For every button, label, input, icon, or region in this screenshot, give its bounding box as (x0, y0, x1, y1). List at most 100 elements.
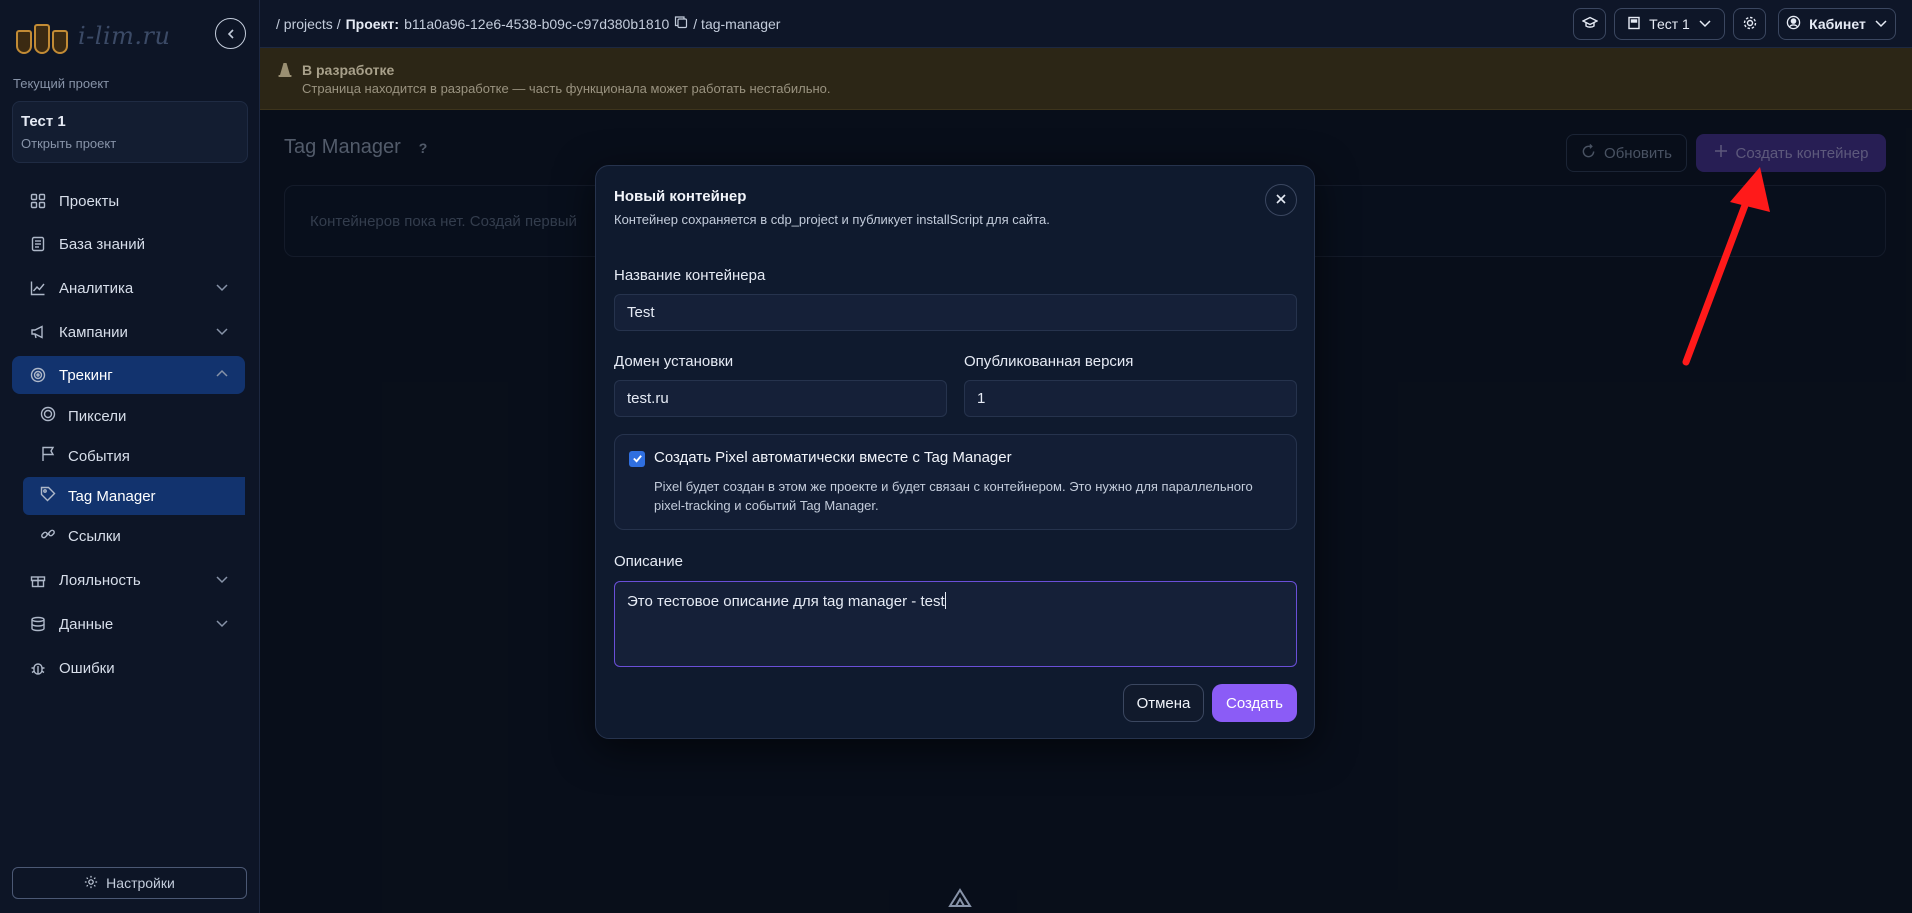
account-label: Кабинет (1809, 16, 1866, 32)
settings-label: Настройки (106, 875, 175, 891)
sidebar-item-data[interactable]: Данные (12, 605, 245, 643)
sidebar-item-label: Проекты (59, 192, 120, 210)
cancel-button[interactable]: Отмена (1123, 684, 1204, 722)
sidebar-subitem-label: Пиксели (68, 407, 127, 425)
chevron-down-icon (215, 616, 229, 634)
checkmark-icon (632, 451, 643, 468)
sidebar-subitem-label: События (68, 447, 130, 465)
sidebar-item-label: Ошибки (59, 659, 115, 677)
collapse-sidebar-button[interactable] (215, 18, 246, 49)
chevron-down-icon (1698, 16, 1712, 33)
breadcrumb: / projects / Проект: b11a0a96-12e6-4538-… (276, 15, 780, 32)
refresh-icon (1581, 143, 1596, 163)
breadcrumb-project-id[interactable]: b11a0a96-12e6-4538-b09c-c97d380b1810 (404, 16, 669, 32)
create-container-button[interactable]: Создать контейнер (1696, 134, 1886, 172)
banner-text: Страница находится в разработке — часть … (302, 81, 831, 96)
project-select[interactable]: Тест 1 (1614, 8, 1725, 40)
description-label: Описание (614, 553, 684, 570)
bug-icon (29, 659, 47, 677)
open-project-link[interactable]: Открыть проект (21, 136, 239, 151)
flask-logo-icon (14, 16, 74, 56)
learning-button[interactable] (1573, 8, 1606, 40)
sidebar: i-lim.ru Текущий проект Тест 1 Открыть п… (0, 0, 260, 913)
refresh-button[interactable]: Обновить (1566, 134, 1687, 172)
published-version-label: Опубликованная версия (964, 353, 1134, 370)
pixel-option-card: Создать Pixel автоматически вместе с Tag… (614, 434, 1297, 530)
domain-input[interactable]: test.ru (614, 380, 947, 417)
sidebar-item-label: База знаний (59, 235, 145, 253)
page-title: Tag Manager ? (284, 136, 427, 159)
flag-icon (40, 446, 56, 466)
grid-icon (29, 192, 47, 210)
chevron-up-icon (215, 367, 229, 385)
sidebar-item-errors[interactable]: Ошибки (12, 649, 245, 687)
sidebar-item-label: Данные (59, 615, 114, 633)
database-icon (29, 615, 47, 633)
sidebar-subitem-pixels[interactable]: Пиксели (23, 397, 245, 435)
copy-icon[interactable] (674, 15, 688, 32)
create-pixel-label[interactable]: Создать Pixel автоматически вместе с Tag… (654, 449, 1012, 466)
account-menu[interactable]: Кабинет (1778, 8, 1896, 40)
megaphone-icon (29, 323, 47, 341)
gear-icon (84, 875, 98, 892)
sidebar-subitem-tag-manager[interactable]: Tag Manager (23, 477, 245, 515)
current-project-label: Текущий проект (13, 76, 110, 91)
chart-line-icon (29, 279, 47, 297)
settings-button[interactable]: Настройки (12, 867, 247, 899)
sidebar-subitem-links[interactable]: Ссылки (23, 517, 245, 555)
banner-title: В разработке (302, 62, 395, 78)
sidebar-item-tracking[interactable]: Трекинг (12, 356, 245, 394)
sidebar-subitem-events[interactable]: События (23, 437, 245, 475)
modal-subtitle: Контейнер сохраняется в cdp_project и пу… (614, 212, 1050, 227)
breadcrumb-project-label: Проект: (345, 15, 400, 32)
logo-text: i-lim.ru (78, 22, 171, 50)
graduation-cap-icon (1580, 15, 1599, 34)
description-text: Это тестовое описание для tag manager - … (627, 593, 945, 610)
sidebar-item-knowledge-base[interactable]: База знаний (12, 225, 245, 263)
chevron-down-icon (1874, 16, 1888, 33)
page-title-text: Tag Manager (284, 136, 401, 158)
chevron-down-icon (215, 324, 229, 342)
triangle-logo-icon (948, 888, 972, 907)
chevron-down-icon (215, 572, 229, 590)
create-pixel-checkbox[interactable] (629, 451, 645, 467)
logo[interactable]: i-lim.ru (14, 14, 174, 58)
create-button[interactable]: Создать (1212, 684, 1297, 722)
project-name: Тест 1 (21, 113, 66, 130)
breadcrumb-page: / tag-manager (693, 15, 781, 32)
sidebar-item-label: Кампании (59, 323, 128, 341)
container-name-label: Название контейнера (614, 267, 766, 284)
create-pixel-description: Pixel будет создан в этом же проекте и б… (654, 479, 1253, 513)
current-project-card[interactable]: Тест 1 Открыть проект (12, 101, 248, 163)
sidebar-item-analytics[interactable]: Аналитика (12, 269, 245, 307)
chevron-left-icon (227, 28, 234, 39)
chevron-down-icon (215, 280, 229, 298)
link-icon (40, 526, 56, 546)
sidebar-item-campaigns[interactable]: Кампании (12, 313, 245, 351)
sidebar-item-label: Аналитика (59, 279, 134, 297)
container-name-input[interactable]: Test (614, 294, 1297, 331)
breadcrumb-projects[interactable]: / projects / (276, 16, 341, 32)
new-container-modal: Новый контейнер Контейнер сохраняется в … (595, 165, 1315, 739)
description-textarea[interactable]: Это тестовое описание для tag manager - … (614, 581, 1297, 667)
dev-warning-banner: В разработке Страница находится в разраб… (260, 48, 1912, 110)
building-icon (1627, 16, 1641, 33)
settings-top-button[interactable] (1733, 8, 1766, 40)
modal-close-button[interactable] (1265, 184, 1297, 216)
target-icon (29, 366, 47, 384)
project-select-value: Тест 1 (1649, 16, 1690, 32)
tag-icon (40, 486, 56, 506)
sidebar-item-loyalty[interactable]: Лояльность (12, 561, 245, 599)
sidebar-item-label: Трекинг (59, 366, 113, 384)
help-icon[interactable]: ? (419, 140, 428, 156)
create-container-label: Создать контейнер (1735, 144, 1869, 162)
domain-label: Домен установки (614, 353, 734, 370)
empty-state-text: Контейнеров пока нет. Создай первый (310, 213, 577, 230)
published-version-input[interactable]: 1 (964, 380, 1297, 417)
sidebar-subitem-label: Ссылки (68, 527, 121, 545)
topbar: / projects / Проект: b11a0a96-12e6-4538-… (260, 0, 1912, 48)
text-caret (944, 592, 946, 609)
refresh-label: Обновить (1604, 144, 1672, 162)
modal-title: Новый контейнер (614, 188, 747, 205)
sidebar-item-projects[interactable]: Проекты (12, 182, 245, 220)
